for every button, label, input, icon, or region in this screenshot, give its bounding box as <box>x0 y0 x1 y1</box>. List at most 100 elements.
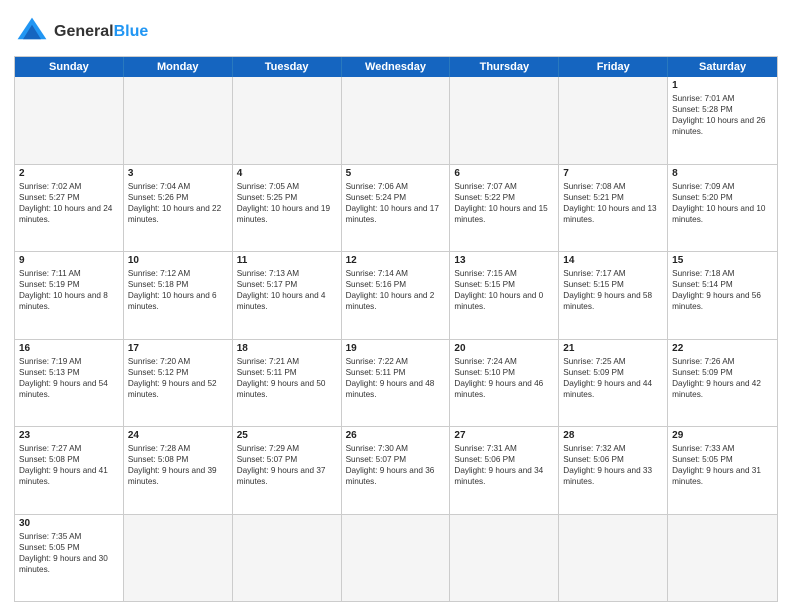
day-cell <box>559 515 668 602</box>
day-info: Sunrise: 7:13 AMSunset: 5:17 PMDaylight:… <box>237 268 337 312</box>
calendar-page: GeneralBlue Sunday Monday Tuesday Wednes… <box>0 0 792 612</box>
header-friday: Friday <box>559 57 668 77</box>
day-cell <box>342 515 451 602</box>
day-number: 4 <box>237 168 337 179</box>
day-cell <box>342 77 451 164</box>
day-number: 27 <box>454 430 554 441</box>
calendar-row: 9Sunrise: 7:11 AMSunset: 5:19 PMDaylight… <box>15 251 777 339</box>
day-number: 16 <box>19 343 119 354</box>
day-info: Sunrise: 7:06 AMSunset: 5:24 PMDaylight:… <box>346 181 446 225</box>
day-cell: 6Sunrise: 7:07 AMSunset: 5:22 PMDaylight… <box>450 165 559 252</box>
day-cell: 26 Sunrise: 7:30 AMSunset: 5:07 PMDayligh… <box>342 427 451 514</box>
calendar-row: 1 Sunrise: 7:01 AMSunset: 5:28 PMDaylight… <box>15 77 777 164</box>
day-info: Sunrise: 7:15 AMSunset: 5:15 PMDaylight:… <box>454 268 554 312</box>
day-number: 18 <box>237 343 337 354</box>
logo-text: GeneralBlue <box>54 23 148 41</box>
day-info: Sunrise: 7:12 AMSunset: 5:18 PMDaylight:… <box>128 268 228 312</box>
day-cell: 25Sunrise: 7:29 AMSunset: 5:07 PMDayligh… <box>233 427 342 514</box>
day-cell: 22 Sunrise: 7:26 AMSunset: 5:09 PMDayligh… <box>668 340 777 427</box>
day-info: Sunrise: 7:22 AMSunset: 5:11 PMDaylight:… <box>346 356 446 400</box>
day-info: Sunrise: 7:30 AMSunset: 5:07 PMDaylight:… <box>346 443 446 487</box>
day-number: 14 <box>563 255 663 266</box>
day-info: Sunrise: 7:32 AMSunset: 5:06 PMDaylight:… <box>563 443 663 487</box>
day-info: Sunrise: 7:02 AMSunset: 5:27 PMDaylight:… <box>19 181 119 225</box>
day-info: Sunrise: 7:09 AMSunset: 5:20 PMDaylight:… <box>672 181 773 225</box>
header-saturday: Saturday <box>668 57 777 77</box>
day-number: 25 <box>237 430 337 441</box>
header-tuesday: Tuesday <box>233 57 342 77</box>
logo-blue: Blue <box>114 23 149 40</box>
day-info: Sunrise: 7:18 AMSunset: 5:14 PMDaylight:… <box>672 268 773 312</box>
day-number: 15 <box>672 255 773 266</box>
day-info: Sunrise: 7:21 AMSunset: 5:11 PMDaylight:… <box>237 356 337 400</box>
day-number: 1 <box>672 80 773 91</box>
day-cell: 30 Sunrise: 7:35 AMSunset: 5:05 PMDayligh… <box>15 515 124 602</box>
header-sunday: Sunday <box>15 57 124 77</box>
day-number: 23 <box>19 430 119 441</box>
day-cell: 18 Sunrise: 7:21 AMSunset: 5:11 PMDayligh… <box>233 340 342 427</box>
day-cell: 7Sunrise: 7:08 AMSunset: 5:21 PMDaylight… <box>559 165 668 252</box>
day-cell: 24 Sunrise: 7:28 AMSunset: 5:08 PMDayligh… <box>124 427 233 514</box>
day-info: Sunrise: 7:04 AMSunset: 5:26 PMDaylight:… <box>128 181 228 225</box>
day-info: Sunrise: 7:19 AMSunset: 5:13 PMDaylight:… <box>19 356 119 400</box>
day-number: 8 <box>672 168 773 179</box>
day-number: 17 <box>128 343 228 354</box>
day-cell: 17 Sunrise: 7:20 AMSunset: 5:12 PMDayligh… <box>124 340 233 427</box>
day-number: 10 <box>128 255 228 266</box>
calendar-row: 23 Sunrise: 7:27 AMSunset: 5:08 PMDayligh… <box>15 426 777 514</box>
day-number: 2 <box>19 168 119 179</box>
day-cell: 8 Sunrise: 7:09 AMSunset: 5:20 PMDaylight… <box>668 165 777 252</box>
day-cell <box>124 515 233 602</box>
day-info: Sunrise: 7:28 AMSunset: 5:08 PMDaylight:… <box>128 443 228 487</box>
calendar-row: 16 Sunrise: 7:19 AMSunset: 5:13 PMDayligh… <box>15 339 777 427</box>
header-wednesday: Wednesday <box>342 57 451 77</box>
day-number: 9 <box>19 255 119 266</box>
day-cell: 14Sunrise: 7:17 AMSunset: 5:15 PMDayligh… <box>559 252 668 339</box>
day-info: Sunrise: 7:35 AMSunset: 5:05 PMDaylight:… <box>19 531 119 575</box>
day-number: 30 <box>19 518 119 529</box>
day-cell <box>15 77 124 164</box>
header-monday: Monday <box>124 57 233 77</box>
logo-icon <box>14 14 50 50</box>
day-info: Sunrise: 7:27 AMSunset: 5:08 PMDaylight:… <box>19 443 119 487</box>
page-header: GeneralBlue <box>14 10 778 50</box>
day-number: 29 <box>672 430 773 441</box>
day-number: 6 <box>454 168 554 179</box>
day-cell: 16 Sunrise: 7:19 AMSunset: 5:13 PMDayligh… <box>15 340 124 427</box>
logo: GeneralBlue <box>14 14 148 50</box>
header-thursday: Thursday <box>450 57 559 77</box>
day-info: Sunrise: 7:33 AMSunset: 5:05 PMDaylight:… <box>672 443 773 487</box>
day-cell <box>233 77 342 164</box>
day-info: Sunrise: 7:05 AMSunset: 5:25 PMDaylight:… <box>237 181 337 225</box>
day-info: Sunrise: 7:01 AMSunset: 5:28 PMDaylight:… <box>672 93 773 137</box>
day-cell: 10 Sunrise: 7:12 AMSunset: 5:18 PMDayligh… <box>124 252 233 339</box>
logo-general: General <box>54 23 114 40</box>
day-cell <box>450 515 559 602</box>
calendar-header: Sunday Monday Tuesday Wednesday Thursday… <box>15 57 777 77</box>
day-cell <box>124 77 233 164</box>
day-cell: 5 Sunrise: 7:06 AMSunset: 5:24 PMDaylight… <box>342 165 451 252</box>
day-info: Sunrise: 7:25 AMSunset: 5:09 PMDaylight:… <box>563 356 663 400</box>
day-number: 22 <box>672 343 773 354</box>
day-number: 21 <box>563 343 663 354</box>
day-cell: 20Sunrise: 7:24 AMSunset: 5:10 PMDayligh… <box>450 340 559 427</box>
day-number: 26 <box>346 430 446 441</box>
day-cell: 23 Sunrise: 7:27 AMSunset: 5:08 PMDayligh… <box>15 427 124 514</box>
day-number: 11 <box>237 255 337 266</box>
day-info: Sunrise: 7:26 AMSunset: 5:09 PMDaylight:… <box>672 356 773 400</box>
day-number: 13 <box>454 255 554 266</box>
day-cell: 13 Sunrise: 7:15 AMSunset: 5:15 PMDayligh… <box>450 252 559 339</box>
day-info: Sunrise: 7:14 AMSunset: 5:16 PMDaylight:… <box>346 268 446 312</box>
day-number: 19 <box>346 343 446 354</box>
day-cell: 19 Sunrise: 7:22 AMSunset: 5:11 PMDayligh… <box>342 340 451 427</box>
day-cell: 2 Sunrise: 7:02 AMSunset: 5:27 PMDaylight… <box>15 165 124 252</box>
day-number: 5 <box>346 168 446 179</box>
calendar: Sunday Monday Tuesday Wednesday Thursday… <box>14 56 778 602</box>
day-cell: 1 Sunrise: 7:01 AMSunset: 5:28 PMDaylight… <box>668 77 777 164</box>
day-number: 24 <box>128 430 228 441</box>
day-number: 7 <box>563 168 663 179</box>
day-cell: 4 Sunrise: 7:05 AMSunset: 5:25 PMDaylight… <box>233 165 342 252</box>
day-cell: 9Sunrise: 7:11 AMSunset: 5:19 PMDaylight… <box>15 252 124 339</box>
calendar-row: 30 Sunrise: 7:35 AMSunset: 5:05 PMDayligh… <box>15 514 777 602</box>
day-info: Sunrise: 7:20 AMSunset: 5:12 PMDaylight:… <box>128 356 228 400</box>
